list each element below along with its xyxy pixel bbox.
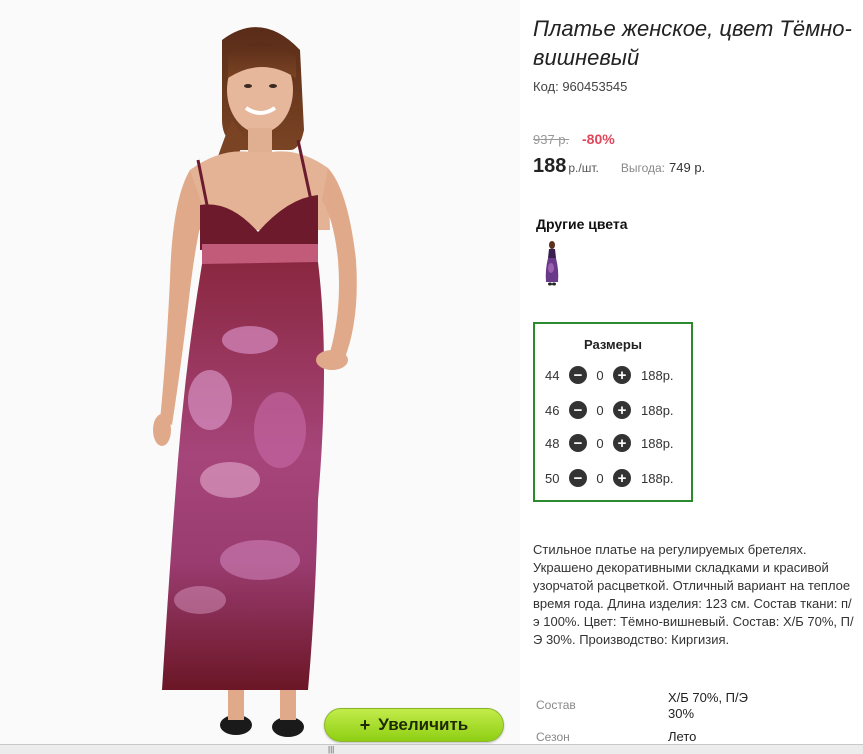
plus-icon: +: [359, 714, 371, 735]
product-code: Код: 960453545: [533, 79, 628, 94]
current-price: 188: [533, 155, 567, 177]
benefit-value: 749 р.: [669, 160, 706, 175]
size-label: 46: [545, 402, 560, 418]
zoom-button[interactable]: + Увеличить: [324, 708, 504, 742]
size-label: 48: [545, 435, 560, 451]
quantity-value: 0: [596, 435, 604, 451]
minus-icon[interactable]: −: [569, 366, 587, 384]
zoom-button-label: Увеличить: [378, 715, 469, 734]
size-row: 50 − 0 + 188р.: [545, 468, 674, 488]
grip-handle-icon[interactable]: |||: [328, 745, 334, 754]
quantity-value: 0: [596, 470, 604, 486]
price-row: 188 р./шт. Выгода: 749 р.: [533, 155, 705, 178]
discount-badge: -80%: [582, 131, 615, 147]
size-price: 188р.: [641, 402, 674, 418]
size-price: 188р.: [641, 367, 674, 383]
price-unit: р./шт.: [568, 161, 599, 175]
bottom-scrollbar[interactable]: |||: [0, 744, 863, 754]
size-label: 50: [545, 470, 560, 486]
color-variant-thumbnail[interactable]: [542, 240, 562, 286]
product-description: Стильное платье на регулируемых бретелях…: [533, 542, 854, 647]
other-colors-title: Другие цвета: [536, 216, 628, 232]
quantity-value: 0: [596, 402, 604, 418]
minus-icon[interactable]: −: [569, 434, 587, 452]
plus-icon[interactable]: +: [613, 434, 631, 452]
plus-icon[interactable]: +: [613, 469, 631, 487]
size-row: 48 − 0 + 188р.: [545, 433, 674, 453]
product-title: Платье женское, цвет Тёмно-вишневый: [533, 16, 852, 70]
benefit-label: Выгода:: [620, 161, 666, 175]
plus-icon[interactable]: +: [613, 401, 631, 419]
sizes-panel: Размеры 44 − 0 + 188р. 46 − 0 + 188р. 48…: [533, 322, 693, 502]
spec-label-composition: Состав: [536, 698, 576, 712]
plus-icon[interactable]: +: [613, 366, 631, 384]
minus-icon[interactable]: −: [569, 469, 587, 487]
quantity-value: 0: [596, 367, 604, 383]
size-price: 188р.: [641, 470, 674, 486]
product-photo[interactable]: [0, 0, 520, 745]
old-price: 937 р.: [533, 132, 570, 147]
dress-model-image: [153, 27, 357, 737]
size-label: 44: [545, 367, 560, 383]
minus-icon[interactable]: −: [569, 401, 587, 419]
size-row: 44 − 0 + 188р.: [545, 365, 674, 385]
size-row: 46 − 0 + 188р.: [545, 400, 674, 420]
color-variant-image: [545, 241, 559, 286]
spec-value-composition: Х/Б 70%, П/Э 30%: [668, 690, 748, 721]
spec-label-season: Сезон: [536, 730, 570, 744]
sizes-title: Размеры: [584, 337, 642, 352]
spec-value-season: Лето: [668, 729, 697, 744]
size-price: 188р.: [641, 435, 674, 451]
